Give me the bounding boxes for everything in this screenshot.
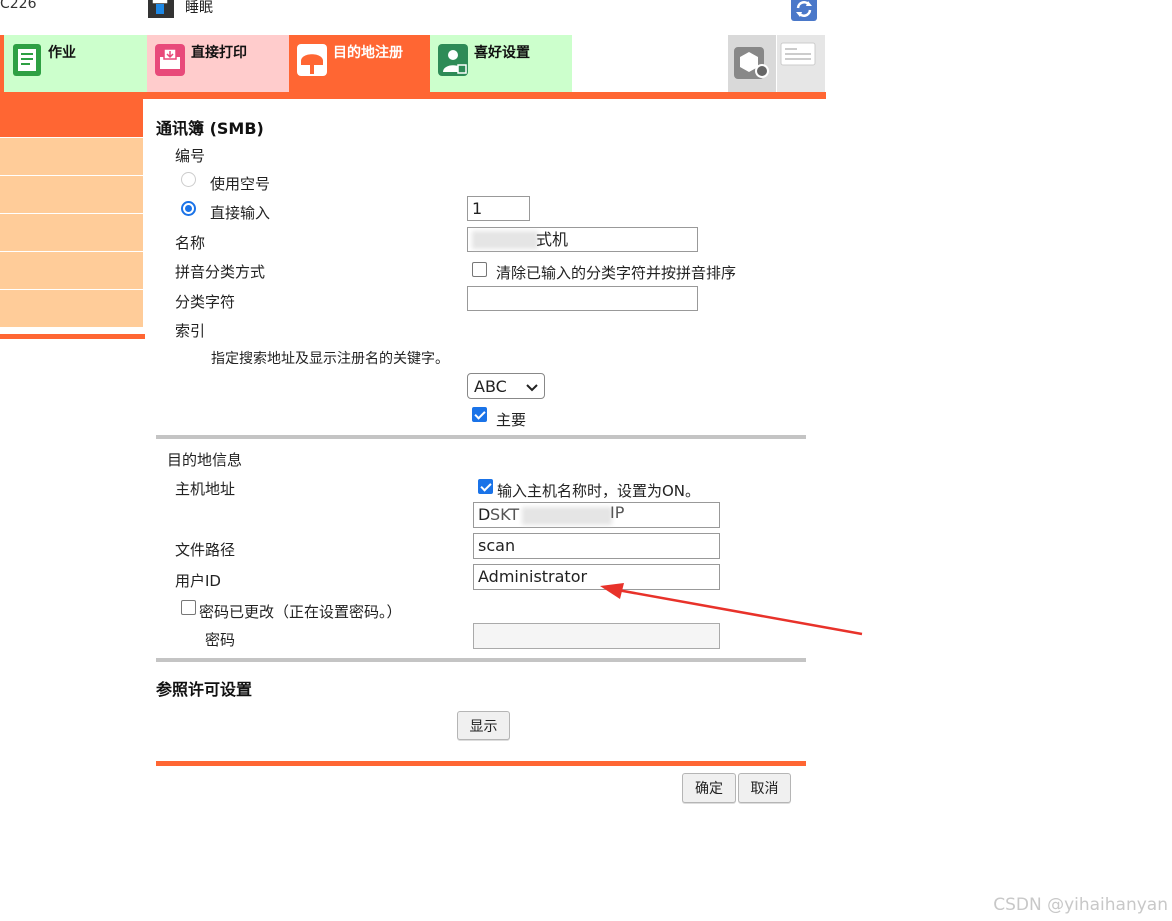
sidebar-bottom-bar	[0, 334, 145, 339]
refresh-icon[interactable]	[790, 0, 818, 22]
dest-info-label: 目的地信息	[167, 451, 243, 469]
password-changed-checkbox[interactable]	[181, 600, 196, 615]
sidebar-item-active[interactable]	[0, 99, 143, 137]
pinyin-checkbox[interactable]	[472, 262, 487, 277]
cancel-button[interactable]: 取消	[738, 773, 791, 803]
primary-checkbox[interactable]	[472, 407, 487, 422]
tab-label: 喜好设置	[474, 45, 530, 61]
tab-label: 直接打印	[191, 45, 247, 61]
use-empty-label: 使用空号	[210, 175, 271, 193]
host-value-start: D	[478, 505, 491, 524]
pinyin-label: 拼音分类方式	[175, 263, 266, 281]
maintenance-button[interactable]	[728, 35, 776, 92]
index-hint: 指定搜索地址及显示注册名的关键字。	[211, 351, 449, 367]
name-input[interactable]: 式机	[467, 227, 698, 252]
tab-label: 作业	[48, 45, 76, 61]
user-settings-icon	[436, 43, 470, 77]
host-checkbox-label: 输入主机名称时，设置为ON。	[497, 482, 701, 500]
annotation-arrow-icon	[600, 583, 863, 636]
watermark: CSDN @yihaihanyan	[993, 895, 1168, 915]
number-input[interactable]: 1	[467, 196, 530, 221]
direct-input-label: 直接输入	[210, 204, 271, 222]
name-label: 名称	[175, 234, 206, 252]
host-value-end: IP	[610, 503, 625, 522]
index-select-value: ABC	[474, 376, 507, 396]
tab-preferences[interactable]: 喜好设置	[430, 35, 572, 92]
panel-display-button[interactable]	[777, 35, 825, 92]
sidebar-item[interactable]	[0, 138, 143, 176]
section-divider	[156, 658, 806, 662]
tab-direct-print[interactable]: 直接打印	[147, 35, 289, 92]
host-value-mid: SKT	[490, 505, 520, 524]
mailbox-icon	[295, 43, 329, 77]
path-label: 文件路径	[175, 541, 236, 559]
device-model-text: C226	[0, 0, 37, 12]
direct-input-radio[interactable]	[181, 201, 196, 216]
print-icon	[153, 43, 187, 77]
tab-label: 目的地注册	[333, 45, 403, 61]
category-label: 分类字符	[175, 293, 236, 311]
sidebar-item[interactable]	[0, 252, 143, 290]
sidebar-item[interactable]	[0, 214, 143, 252]
password-changed-label: 密码已更改（正在设置密码。）	[199, 603, 402, 621]
blurred-text	[472, 231, 538, 249]
footer-bar	[156, 761, 806, 766]
use-empty-radio[interactable]	[181, 172, 196, 187]
sidebar-item[interactable]	[0, 176, 143, 214]
tab-destination-register[interactable]: 目的地注册	[289, 35, 430, 92]
pinyin-checkbox-label: 清除已输入的分类字符并按拼音排序	[496, 264, 737, 282]
panel-icon	[780, 42, 816, 66]
page-title: 通讯簿 (SMB)	[156, 119, 264, 138]
document-icon	[10, 43, 44, 77]
box-gear-icon	[734, 47, 769, 79]
tab-underline	[0, 92, 826, 99]
path-input[interactable]: scan	[473, 533, 720, 559]
number-label: 编号	[175, 147, 206, 165]
primary-label: 主要	[496, 411, 527, 429]
host-input[interactable]: D SKT IP	[473, 502, 720, 528]
show-button[interactable]: 显示	[457, 711, 510, 740]
section-divider	[156, 435, 806, 439]
tab-job[interactable]: 作业	[4, 35, 147, 92]
host-label: 主机地址	[175, 480, 236, 498]
index-select[interactable]: ABC	[467, 373, 545, 399]
name-value: 式机	[536, 230, 569, 249]
ok-button[interactable]: 确定	[682, 773, 736, 803]
category-input[interactable]	[467, 286, 698, 311]
index-label: 索引	[175, 322, 206, 340]
status-text: 睡眠	[185, 0, 213, 16]
printer-status-icon	[144, 0, 178, 20]
blurred-text	[522, 507, 612, 525]
host-checkbox[interactable]	[478, 479, 493, 494]
userid-label: 用户ID	[175, 572, 221, 590]
reference-title: 参照许可设置	[156, 680, 253, 699]
password-label: 密码	[205, 631, 236, 649]
sidebar-item[interactable]	[0, 290, 143, 328]
chevron-down-icon	[526, 377, 538, 396]
